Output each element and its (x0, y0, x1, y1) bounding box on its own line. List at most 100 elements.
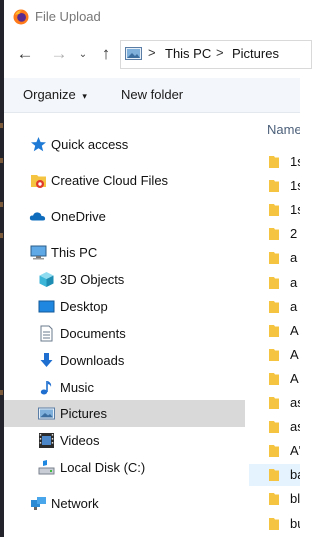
nav-item-pictures[interactable]: Pictures (4, 400, 245, 427)
nav-item-local-disk[interactable]: Local Disk (C:) (4, 454, 245, 481)
file-name: A (290, 370, 299, 386)
address-bar[interactable]: > This PC > Pictures (120, 40, 312, 69)
file-row[interactable]: 1s (249, 175, 300, 197)
nav-label: Desktop (60, 299, 108, 314)
command-bar: Organize ▾ New folder (4, 78, 300, 113)
network-icon (31, 497, 46, 510)
folder-icon (269, 204, 279, 217)
chevron-down-icon: ▾ (82, 91, 87, 101)
nav-label: OneDrive (51, 209, 106, 224)
file-name: a (290, 274, 298, 290)
title-bar: File Upload (4, 0, 300, 34)
file-row[interactable]: a (249, 296, 300, 318)
edge-mark (0, 390, 3, 395)
disk-icon (38, 460, 55, 475)
breadcrumb-separator[interactable]: > (148, 45, 156, 60)
cloud-icon (29, 212, 46, 221)
file-name: a (290, 298, 298, 314)
nav-item-network[interactable]: Network (4, 490, 245, 517)
file-list: Name 1s1s1s2aaaAAAasasA'bablbu (249, 113, 300, 537)
nav-item-creative-cloud-files[interactable]: Creative Cloud Files (4, 167, 245, 194)
folder-icon (269, 300, 279, 313)
nav-item-videos[interactable]: Videos (4, 427, 245, 454)
nav-label: Network (51, 496, 99, 511)
forward-button[interactable]: → (46, 42, 72, 66)
file-name: 1s (290, 154, 300, 169)
new-folder-button[interactable]: New folder (121, 87, 183, 102)
nav-label: Quick access (51, 137, 129, 152)
folder-icon (269, 445, 279, 458)
file-name: bl (290, 491, 300, 507)
firefox-icon (13, 9, 29, 25)
edge-mark (0, 123, 3, 128)
folder-icon (269, 372, 279, 385)
nav-label: Creative Cloud Files (51, 173, 169, 188)
breadcrumb-this-pc[interactable]: This PC (165, 46, 211, 61)
file-name: a (290, 250, 298, 266)
file-row[interactable]: A (249, 344, 300, 366)
folder-icon (269, 397, 279, 409)
navigation-pane: Quick access Creative Cloud Files OneDri… (4, 113, 245, 537)
file-row[interactable]: a (249, 247, 300, 269)
file-row[interactable]: bl (249, 488, 300, 510)
nav-item-onedrive[interactable]: OneDrive (4, 203, 245, 230)
file-row[interactable]: A (249, 320, 300, 342)
file-row[interactable]: 1s (249, 199, 300, 221)
nav-label: Local Disk (C:) (60, 460, 146, 475)
folder-icon (269, 469, 279, 482)
file-row[interactable]: as (249, 416, 300, 438)
back-button[interactable]: ← (12, 42, 38, 66)
breadcrumb-pictures[interactable]: Pictures (232, 46, 279, 61)
nav-item-documents[interactable]: Documents (4, 320, 245, 347)
computer-icon (30, 245, 47, 260)
file-name: 1s (290, 202, 300, 218)
organize-label: Organize (23, 87, 76, 102)
organize-button[interactable]: Organize ▾ (23, 87, 87, 102)
file-row[interactable]: A' (249, 440, 300, 462)
nav-label: Videos (60, 433, 100, 448)
nav-item-music[interactable]: Music (4, 374, 245, 401)
file-row[interactable]: bu (249, 513, 300, 535)
edge-mark (0, 233, 3, 238)
nav-label: Downloads (60, 353, 125, 368)
nav-label: Music (60, 380, 94, 395)
file-name: A (290, 322, 299, 338)
column-header-name[interactable]: Name (267, 122, 300, 137)
folder-icon (269, 252, 279, 265)
file-row[interactable]: A (249, 368, 300, 390)
nav-label: Documents (60, 326, 126, 341)
nav-item-downloads[interactable]: Downloads (4, 347, 245, 374)
cube-icon (39, 272, 54, 287)
file-row[interactable]: a (249, 272, 300, 294)
file-row[interactable]: ba (249, 464, 300, 487)
nav-label: Pictures (60, 406, 107, 421)
document-icon (40, 325, 53, 342)
nav-item-this-pc[interactable]: This PC (4, 239, 245, 266)
star-icon (31, 137, 46, 152)
folder-icon (269, 493, 279, 506)
folder-icon (269, 180, 279, 193)
up-button[interactable]: ↑ (95, 42, 117, 66)
breadcrumb-separator[interactable]: > (216, 45, 224, 60)
nav-item-quick-access[interactable]: Quick access (4, 131, 245, 158)
recent-locations-button[interactable]: ⌄ (76, 42, 90, 66)
file-name: as (290, 419, 300, 435)
file-name: 1s (290, 178, 300, 194)
file-name: bu (290, 515, 300, 531)
folder-icon (269, 324, 279, 337)
nav-label: 3D Objects (60, 272, 125, 287)
download-icon (40, 353, 53, 367)
nav-item-3d-objects[interactable]: 3D Objects (4, 266, 245, 293)
file-row[interactable]: as (249, 392, 300, 414)
file-row[interactable]: 1s (249, 151, 300, 173)
nav-label: This PC (51, 245, 98, 260)
creative-cloud-folder-icon (31, 175, 46, 188)
window-title: File Upload (35, 9, 101, 24)
file-name: as (290, 395, 300, 410)
film-icon (39, 433, 54, 448)
nav-item-desktop[interactable]: Desktop (4, 293, 245, 320)
file-row[interactable]: 2 (249, 223, 300, 245)
file-name: A' (290, 443, 300, 459)
folder-icon (269, 276, 279, 289)
pictures-icon (38, 407, 55, 420)
